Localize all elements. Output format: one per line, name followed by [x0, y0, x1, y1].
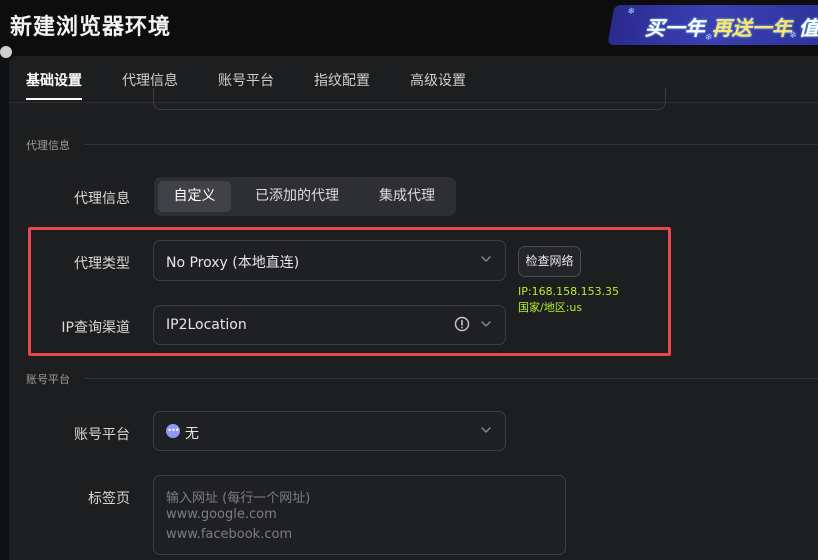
section-title-proxy: 代理信息 — [26, 139, 70, 152]
section-header-account: 账号平台 — [26, 371, 818, 386]
section-divider-line — [84, 144, 818, 145]
chevron-down-icon — [481, 256, 491, 262]
textarea-placeholder-line: 输入网址 (每行一个网址) — [166, 491, 311, 506]
chevron-down-icon — [481, 427, 491, 433]
window-title: 新建浏览器环境 — [10, 15, 172, 40]
chevron-down-icon — [481, 321, 491, 327]
tab-proxy-info[interactable]: 代理信息 — [122, 70, 178, 90]
tab-advanced-settings[interactable]: 高级设置 — [410, 70, 466, 90]
section-title-account: 账号平台 — [26, 373, 70, 386]
ip-address-result: IP:168.158.153.35 — [518, 285, 620, 298]
proxy-type-value: No Proxy (本地直连) — [166, 255, 300, 271]
proxy-mode-integrated[interactable]: 集成代理 — [362, 181, 452, 212]
proxy-mode-added[interactable]: 已添加的代理 — [238, 181, 356, 212]
account-platform-label: 账号平台 — [74, 427, 130, 443]
previous-field-input[interactable] — [153, 88, 666, 110]
check-network-button[interactable]: 检查网络 — [518, 246, 581, 277]
snowflake-icon: ❄ — [626, 7, 636, 17]
ip-channel-label: IP查询渠道 — [61, 320, 130, 336]
info-icon[interactable] — [454, 316, 470, 332]
textarea-placeholder-line: www.facebook.com — [166, 527, 293, 542]
ip-channel-value: IP2Location — [166, 317, 247, 333]
promo-text-part2: 再送一年 — [711, 16, 792, 40]
tab-fingerprint-config[interactable]: 指纹配置 — [314, 70, 370, 90]
proxy-mode-label: 代理信息 — [74, 191, 130, 207]
account-platform-select[interactable]: ••• 无 — [153, 411, 506, 451]
tab-basic-settings[interactable]: 基础设置 — [26, 70, 82, 90]
section-divider-line — [84, 378, 818, 379]
startup-urls-textarea[interactable]: 输入网址 (每行一个网址) www.google.com www.faceboo… — [153, 475, 566, 555]
textarea-placeholder-line: www.google.com — [166, 507, 277, 522]
region-result: 国家/地区:us — [518, 301, 583, 314]
proxy-mode-custom[interactable]: 自定义 — [158, 181, 231, 212]
promo-text: 买一年 再送一年 值 — [645, 12, 818, 41]
platform-avatar-icon: ••• — [166, 424, 180, 438]
section-header-proxy: 代理信息 — [26, 137, 818, 152]
proxy-type-select[interactable]: No Proxy (本地直连) — [153, 240, 506, 281]
promo-text-part3: 值 — [798, 16, 818, 40]
tab-account-platform[interactable]: 账号平台 — [218, 70, 274, 90]
active-tab-indicator — [26, 98, 82, 100]
proxy-mode-selector: 自定义 已添加的代理 集成代理 — [154, 177, 456, 216]
account-platform-value: 无 — [185, 426, 199, 442]
tabs-label: 标签页 — [88, 491, 130, 507]
proxy-type-label: 代理类型 — [74, 256, 130, 272]
promo-text-part1: 买一年 — [644, 16, 705, 40]
window-titlebar: 新建浏览器环境 ❄ ❄ ❄ 买一年 再送一年 值 — [0, 0, 818, 56]
promo-banner[interactable]: ❄ ❄ ❄ 买一年 再送一年 值 — [607, 5, 818, 45]
ip-channel-select[interactable]: IP2Location — [153, 305, 506, 345]
